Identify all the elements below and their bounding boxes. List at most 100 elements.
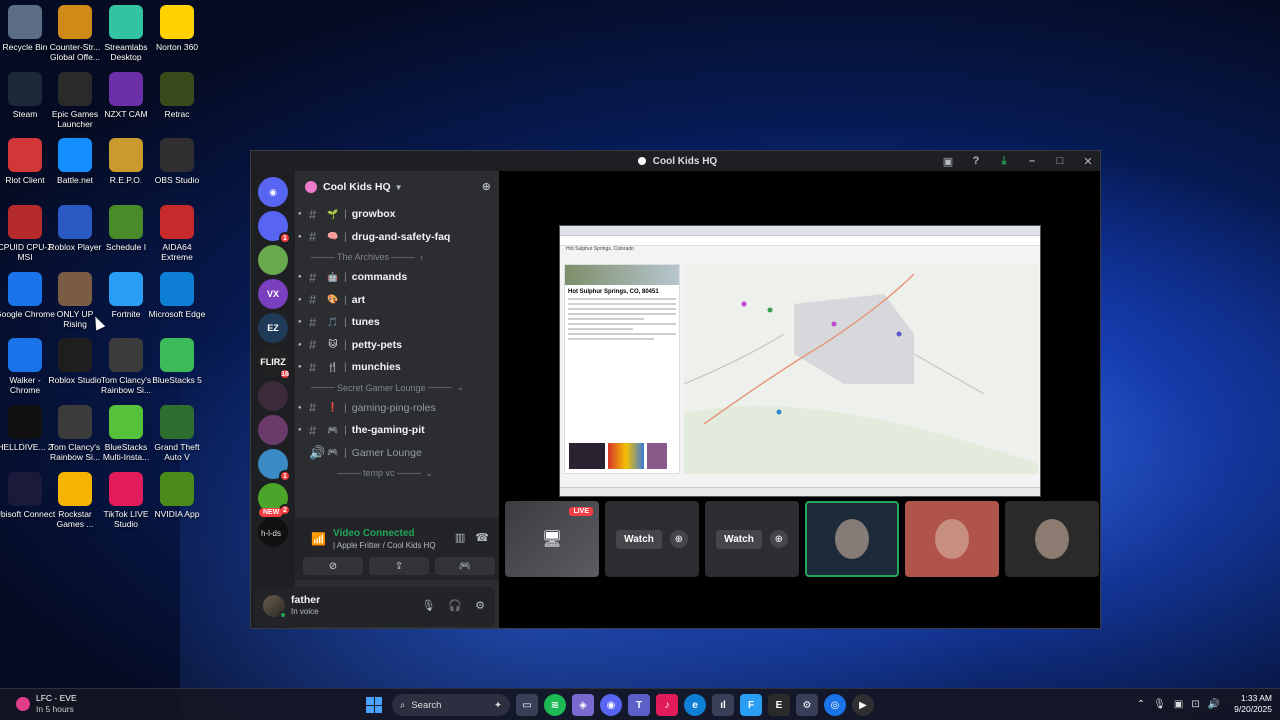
guild-label: h-l-ds [261,529,282,538]
channel-item[interactable]: ● # 🎵 | tunes [295,311,499,334]
clock[interactable]: 1:33 AM 9/20/2025 [1234,693,1272,715]
desktop-icon[interactable]: OBS Studio [146,138,208,185]
activities-button[interactable]: 🎮 [435,557,495,575]
popout-icon[interactable]: ⊕ [669,530,688,548]
avatar[interactable] [263,595,287,619]
desktop-icon-label: Microsoft Edge [148,309,206,319]
settings-gear-icon[interactable]: ⚙ [475,599,485,612]
copilot-icon[interactable]: ◈ [572,694,594,716]
map-view [684,264,1038,474]
gta-icon [160,405,194,439]
screen-share-button[interactable]: ⇪ [369,557,429,575]
server-icon[interactable]: 1 [258,449,291,482]
hash-icon: # [309,359,317,375]
help-icon[interactable]: ? [962,151,990,171]
volume-icon[interactable]: 🔊 [1208,699,1220,710]
participant-tile[interactable] [1005,501,1099,577]
watch-button[interactable]: Watch [616,529,662,549]
mic-tray-icon[interactable]: 🎙 [1153,699,1166,710]
desktop-icon[interactable]: AIDA64 Extreme [146,205,208,262]
audio-app-icon[interactable]: ıl [712,694,734,716]
participant-tile[interactable] [805,501,899,577]
headphones-icon[interactable]: 🎧 [448,599,462,612]
desktop-icon-label: Norton 360 [155,42,199,52]
participant-tile[interactable]: Watch ⊕ [705,501,799,577]
server-flower-icon [305,181,317,193]
fortnite-icon[interactable]: F [740,694,762,716]
maximize-button[interactable]: □ [1046,151,1074,171]
spotify-icon[interactable]: ≋ [544,694,566,716]
channel-item[interactable]: ● # 🎨 | art [295,289,499,312]
add-member-icon[interactable]: ⊕ [482,180,491,193]
participant-tile[interactable]: Watch ⊕ [605,501,699,577]
channel-item[interactable]: ● # 🍴 | munchies [295,356,499,379]
chevron-up-icon[interactable]: ⌃ [1137,699,1145,710]
voice-channel-path[interactable]: | Apple Fritter / Cool Kids HQ [333,541,436,550]
teams-icon[interactable]: T [628,694,650,716]
username[interactable]: father [291,594,320,606]
server-icon[interactable]: 1 [258,211,291,244]
channel-name: growbox [351,208,396,221]
weather-widget[interactable]: LFC - EVE In 5 hours [16,693,77,714]
chevron-down-icon: ▼ [394,182,403,192]
server-icon[interactable]: VX [258,279,288,309]
server-icon[interactable] [258,415,288,445]
network-icon[interactable]: ⊡ [1191,699,1199,710]
server-icon[interactable] [258,245,288,275]
media-player-icon[interactable]: ▶ [852,694,874,716]
camera-off-button[interactable]: ⊘ [303,557,363,575]
channel-item[interactable]: ● # ❗ | gaming-ping-roles [295,397,499,420]
watch-button[interactable]: Watch [716,529,762,549]
hash-icon: # [309,422,317,438]
edge-icon[interactable]: e [684,694,706,716]
window-titlebar[interactable]: Cool Kids HQ ▣ ? ⤓ – □ ✕ [251,151,1100,171]
desktop-icon[interactable]: Retrac [146,72,208,119]
voice-status[interactable]: Video Connected [333,528,415,539]
channel-item[interactable]: ● # 🌱 | growbox [295,203,499,226]
tiktok-icon[interactable]: ♪ [656,694,678,716]
clock-time: 1:33 AM [1240,693,1272,703]
ubisoft-icon [8,472,42,506]
server-icon[interactable] [258,381,288,411]
category-gamer-lounge[interactable]: Secret Gamer Lounge ⌄ [295,379,499,397]
desktop-icon[interactable]: BlueStacks 5 [146,338,208,385]
inbox-icon[interactable]: ▣ [934,151,962,171]
home-button[interactable]: ◉ [258,177,288,207]
taskbar-search[interactable]: ⌕ Search ✦ [392,694,510,716]
server-icon[interactable]: FLIRZ 16 [258,347,291,380]
participant-tile[interactable] [905,501,999,577]
channel-item[interactable]: ● # 🧠 | drug-and-safety-faq [295,226,499,249]
category-archives[interactable]: The Archives › [295,248,499,266]
channel-item[interactable]: 🔊 🎮 | Gamer Lounge [295,442,499,465]
desktop-icon[interactable]: NVIDIA App [146,472,208,519]
noise-suppression-icon[interactable]: ▥ [455,531,465,544]
category-temp-vc[interactable]: temp vc ⌄ [295,464,499,482]
desktop-icon[interactable]: Norton 360 [146,5,208,52]
popout-icon[interactable]: ⊕ [769,530,788,548]
chrome-icon[interactable]: ◎ [824,694,846,716]
channel-item[interactable]: ● # 🐱 | petty-pets [295,334,499,357]
disconnect-icon[interactable]: ☎ [475,531,489,544]
channel-item[interactable]: ● # 🤖 | commands [295,266,499,289]
live-badge: LIVE [569,507,593,516]
download-icon[interactable]: ⤓ [990,151,1018,171]
bluestacks-icon [160,338,194,372]
desktop-icon[interactable]: Microsoft Edge [146,272,208,319]
server-icon[interactable]: EZ [258,313,288,343]
epic-games-icon[interactable]: E [768,694,790,716]
microphone-icon[interactable]: 🎙 [421,599,435,612]
screenshare-view[interactable]: Hot Sulphur Springs, Colorado Hot Sulphu… [559,225,1041,497]
start-button[interactable] [362,693,386,717]
cpuz-icon [8,205,42,239]
server-header[interactable]: Cool Kids HQ ▼ ⊕ [295,171,499,203]
discord-icon[interactable]: ◉ [600,694,622,716]
steam-icon[interactable]: ⚙ [796,694,818,716]
display-icon[interactable]: ▣ [1174,699,1183,710]
channel-item[interactable]: ● # 🎮 | the-gaming-pit [295,419,499,442]
participant-tile[interactable]: 🖥 LIVE [505,501,599,577]
desktop-icon[interactable]: Grand Theft Auto V [146,405,208,462]
minimize-button[interactable]: – [1018,151,1046,171]
helldivers-icon [8,405,42,439]
task-view-icon[interactable]: ▭ [516,694,538,716]
close-button[interactable]: ✕ [1074,151,1100,171]
